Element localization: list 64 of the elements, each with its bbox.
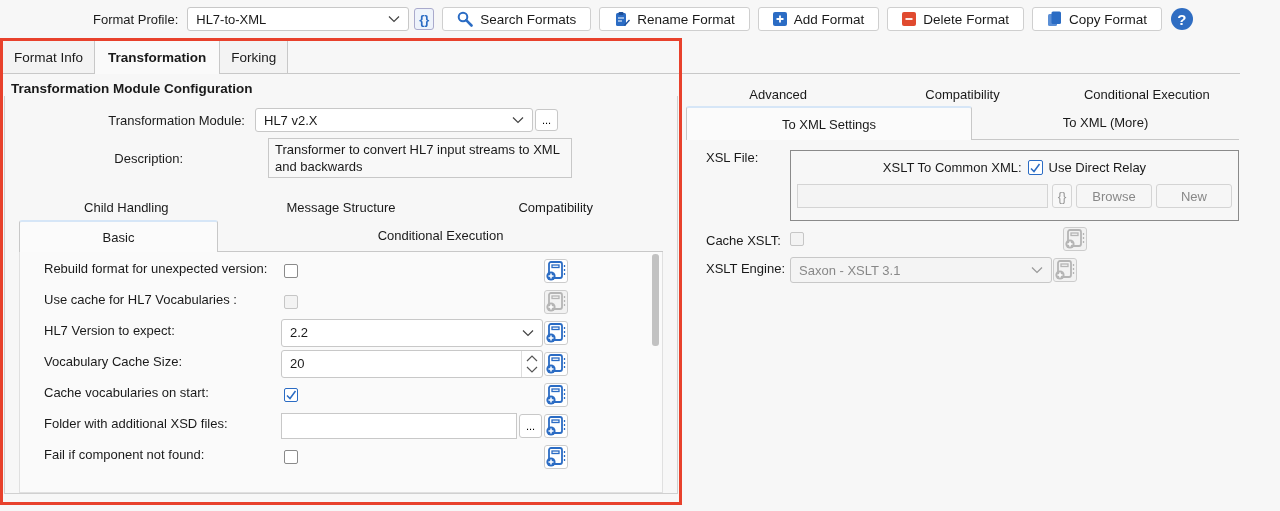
setting-label: Cache vocabularies on start: xyxy=(43,384,210,400)
checkbox[interactable] xyxy=(1027,160,1043,175)
module-dropdown[interactable]: HL7 v2.X xyxy=(255,108,533,132)
braces-button[interactable]: {} xyxy=(414,8,435,30)
tab[interactable]: Conditional Execution xyxy=(218,220,663,251)
tab[interactable]: Advanced xyxy=(686,84,871,106)
plus-square-icon xyxy=(772,12,787,26)
field-label: XSLT Engine: xyxy=(706,260,786,276)
toolbar-button[interactable]: Delete Format xyxy=(887,7,1024,31)
setting-label: Rebuild format for unexpected version: xyxy=(43,260,269,276)
chevron-down-icon xyxy=(1031,266,1043,274)
chevron-down-icon xyxy=(522,328,534,337)
tab[interactable]: Message Structure xyxy=(233,198,449,220)
checkbox[interactable] xyxy=(284,449,298,464)
number-field[interactable]: 20 xyxy=(281,349,543,378)
chevron-down-icon xyxy=(512,116,524,124)
minus-square-icon xyxy=(902,12,917,26)
document-plus-icon[interactable] xyxy=(544,258,568,283)
tab[interactable]: Transformation xyxy=(95,41,221,74)
tab[interactable]: Format Info xyxy=(3,41,96,73)
checkbox-label: Use Direct Relay xyxy=(1048,160,1147,175)
toolbar-button[interactable]: Add Format xyxy=(757,7,880,31)
document-plus-icon[interactable] xyxy=(544,382,568,407)
tab[interactable]: Forking xyxy=(220,41,289,73)
search-icon xyxy=(457,11,474,27)
document-plus-icon[interactable] xyxy=(544,320,568,345)
tab[interactable]: Conditional Execution xyxy=(1054,84,1239,106)
toolbar-button[interactable]: Copy Format xyxy=(1031,7,1162,31)
toolbar-button[interactable]: Search Formats xyxy=(442,7,592,31)
document-plus-icon[interactable] xyxy=(544,351,568,376)
description-field: Transformer to convert HL7 input streams to XML and backwards xyxy=(268,138,572,178)
folder-field[interactable] xyxy=(281,412,517,439)
document-plus-icon[interactable] xyxy=(544,444,568,469)
document-plus-icon[interactable] xyxy=(544,413,568,438)
toolbar-button[interactable]: Rename Format xyxy=(599,7,750,31)
field-label: Transformation Module: xyxy=(107,112,246,128)
tab[interactable]: To XML Settings xyxy=(686,106,972,140)
section-title: Transformation Module Configuration xyxy=(10,80,254,96)
help-button[interactable]: ? xyxy=(1170,8,1193,30)
tab[interactable]: Basic xyxy=(19,220,218,252)
checkbox[interactable] xyxy=(284,263,298,278)
browse-button[interactable]: ... xyxy=(535,109,558,131)
tab[interactable]: Child Handling xyxy=(19,198,234,220)
tab[interactable]: Compatibility xyxy=(448,198,663,220)
group-label: XSLT To Common XML: xyxy=(882,160,1022,175)
setting-label: Folder with additional XSD files: xyxy=(43,415,229,431)
setting-label: Vocabulary Cache Size: xyxy=(43,353,184,369)
field-label: Cache XSLT: xyxy=(706,232,782,248)
profile-dropdown[interactable]: HL7-to-XML xyxy=(187,7,410,31)
setting-label: Fail if component not found: xyxy=(43,446,206,462)
field-label: XSL File: xyxy=(706,150,760,165)
xsl-path-field[interactable] xyxy=(797,184,1048,208)
setting-label: HL7 Version to expect: xyxy=(43,322,176,338)
copy-icon xyxy=(1046,11,1062,27)
version-dropdown[interactable]: 2.2 xyxy=(281,318,543,347)
checkbox[interactable] xyxy=(284,387,298,402)
tab[interactable]: To XML (More) xyxy=(972,106,1239,139)
tab[interactable]: Compatibility xyxy=(870,84,1055,106)
field-label: Format Profile: xyxy=(93,11,179,27)
field-label: Description: xyxy=(113,150,183,166)
setting-label: Use cache for HL7 Vocabularies : xyxy=(43,291,238,307)
clipboard-pencil-icon xyxy=(614,11,631,27)
browse-button[interactable]: ... xyxy=(519,413,542,438)
chevron-down-icon xyxy=(388,15,401,23)
